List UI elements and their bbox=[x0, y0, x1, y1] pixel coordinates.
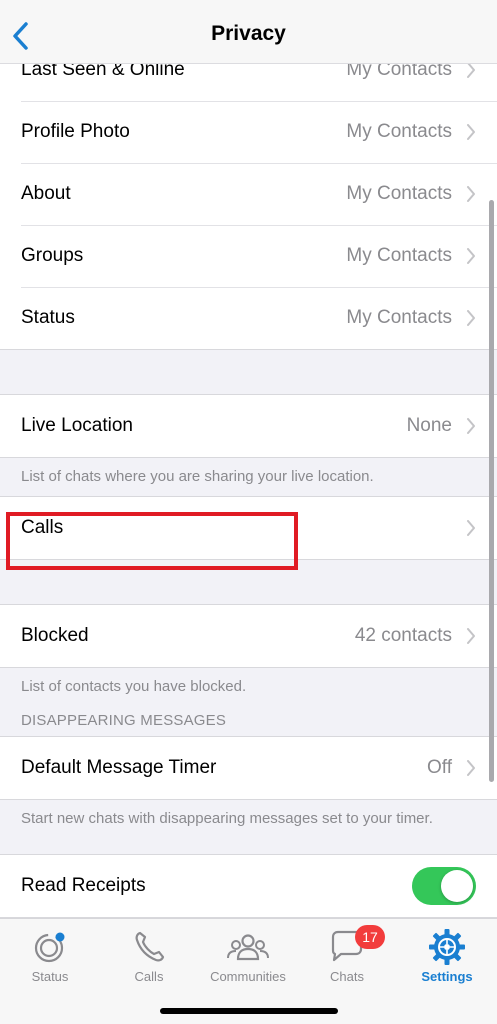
disappearing-section-header: DISAPPEARING MESSAGES bbox=[21, 712, 227, 729]
disappearing-footnote: Start new chats with disappearing messag… bbox=[21, 810, 433, 827]
row-label: Read Receipts bbox=[21, 875, 146, 896]
status-row[interactable]: Status My Contacts bbox=[0, 287, 497, 349]
read-receipts-row: Read Receipts bbox=[0, 855, 497, 917]
phone-icon bbox=[135, 931, 165, 962]
disappearing-group: Default Message Timer Off bbox=[0, 736, 497, 800]
read-receipts-toggle[interactable] bbox=[412, 867, 476, 905]
chevron-right-icon bbox=[467, 760, 475, 776]
tab-calls[interactable]: Calls bbox=[99, 927, 199, 984]
row-label: Default Message Timer bbox=[21, 757, 217, 778]
blocked-row[interactable]: Blocked 42 contacts bbox=[0, 605, 497, 667]
tab-status[interactable]: Status bbox=[0, 927, 100, 984]
default-message-timer-row[interactable]: Default Message Timer Off bbox=[0, 737, 497, 799]
row-value: Off bbox=[427, 757, 452, 778]
chevron-right-icon bbox=[467, 520, 475, 536]
home-indicator bbox=[160, 1008, 338, 1014]
row-label: About bbox=[21, 183, 71, 204]
row-label: Calls bbox=[21, 517, 64, 538]
tab-label: Calls bbox=[134, 969, 164, 984]
row-label: Live Location bbox=[21, 415, 133, 436]
chevron-right-icon bbox=[467, 124, 475, 140]
read-receipts-group: Read Receipts bbox=[0, 854, 497, 918]
row-label: Status bbox=[21, 307, 75, 328]
row-label: Blocked bbox=[21, 625, 89, 646]
row-label: Profile Photo bbox=[21, 121, 130, 142]
tab-label: Settings bbox=[421, 969, 473, 984]
scrollbar[interactable] bbox=[489, 200, 494, 782]
toggle-knob bbox=[441, 870, 473, 902]
chevron-right-icon bbox=[467, 186, 475, 202]
calls-row[interactable]: Calls bbox=[0, 497, 497, 559]
page-title: Privacy bbox=[211, 22, 286, 45]
settings-gear-icon bbox=[429, 929, 465, 965]
chevron-right-icon bbox=[467, 418, 475, 434]
chevron-right-icon bbox=[467, 628, 475, 644]
chevron-right-icon bbox=[467, 248, 475, 264]
row-value: My Contacts bbox=[346, 307, 452, 328]
tab-bar: Status Calls Communities 17 Chats Settin… bbox=[0, 918, 497, 1024]
row-value: My Contacts bbox=[346, 121, 452, 142]
communities-icon bbox=[227, 934, 269, 961]
privacy-settings-list: Last Seen & Online My Contacts Profile P… bbox=[0, 38, 497, 918]
tab-communities[interactable]: Communities bbox=[198, 927, 298, 984]
tab-chats[interactable]: 17 Chats bbox=[297, 925, 397, 984]
row-value: 42 contacts bbox=[354, 625, 452, 646]
groups-row[interactable]: Groups My Contacts bbox=[0, 225, 497, 287]
live-location-group: Live Location None bbox=[0, 394, 497, 458]
row-value: My Contacts bbox=[346, 245, 452, 266]
row-value: My Contacts bbox=[346, 183, 452, 204]
profile-photo-row[interactable]: Profile Photo My Contacts bbox=[0, 101, 497, 163]
tab-label: Chats bbox=[330, 969, 364, 984]
tab-settings[interactable]: Settings bbox=[397, 927, 497, 984]
row-label: Groups bbox=[21, 245, 84, 266]
row-value: None bbox=[406, 415, 452, 436]
chevron-right-icon bbox=[467, 62, 475, 78]
tab-label: Status bbox=[31, 969, 69, 984]
visibility-group: Last Seen & Online My Contacts Profile P… bbox=[0, 38, 497, 350]
live-location-footnote: List of chats where you are sharing your… bbox=[21, 468, 374, 485]
status-icon bbox=[34, 932, 65, 963]
unread-badge: 17 bbox=[355, 925, 385, 949]
chevron-right-icon bbox=[467, 310, 475, 326]
blocked-footnote: List of contacts you have blocked. bbox=[21, 678, 247, 695]
blocked-group: Blocked 42 contacts bbox=[0, 604, 497, 668]
calls-group: Calls bbox=[0, 496, 497, 560]
tab-label: Communities bbox=[210, 969, 286, 984]
privacy-screen: Privacy Last Seen & Online My Contacts P… bbox=[0, 0, 497, 1024]
about-row[interactable]: About My Contacts bbox=[0, 163, 497, 225]
live-location-row[interactable]: Live Location None bbox=[0, 395, 497, 457]
nav-header: Privacy bbox=[0, 0, 497, 64]
